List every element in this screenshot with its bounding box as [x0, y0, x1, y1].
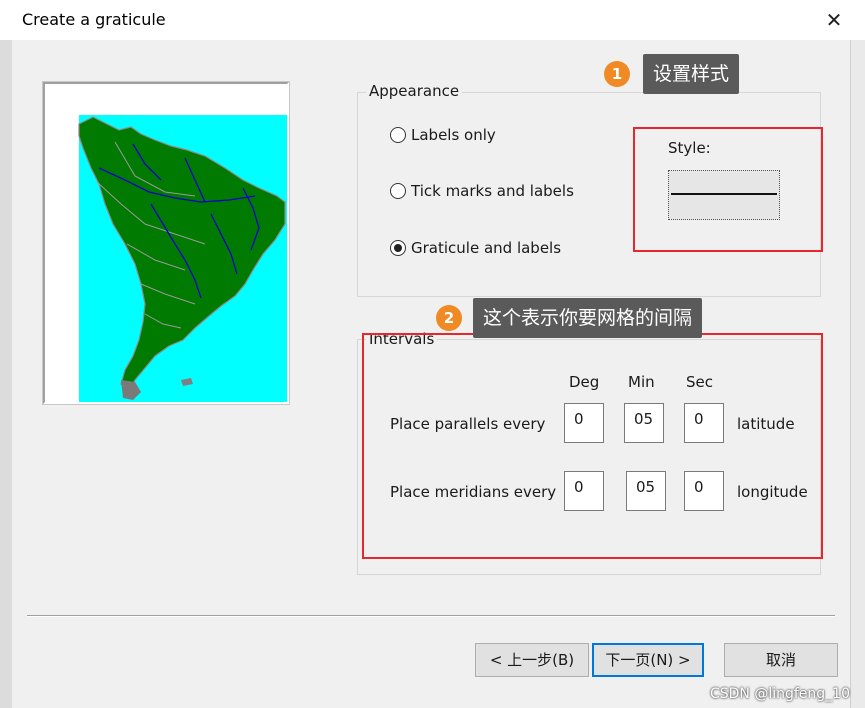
radio-label: Tick marks and labels — [411, 182, 574, 200]
south-america-map — [78, 115, 287, 402]
radio-label: Graticule and labels — [411, 239, 562, 257]
cancel-button[interactable]: 取消 — [724, 643, 838, 677]
annotation-badge-2: 2 — [436, 305, 462, 331]
footer-separator — [27, 615, 835, 617]
close-button[interactable]: ✕ — [822, 6, 846, 34]
intervals-highlight-box — [362, 333, 823, 559]
radio-button[interactable] — [390, 127, 406, 143]
annotation-callout-2: 这个表示你要网格的间隔 — [473, 298, 703, 338]
watermark: CSDN @lingfeng_10 — [709, 686, 850, 702]
annotation-badge-1: 1 — [604, 61, 630, 87]
radio-graticule-and-labels[interactable]: Graticule and labels — [390, 239, 561, 257]
window-title: Create a graticule — [22, 10, 166, 29]
back-button[interactable]: < 上一步(B) — [475, 643, 589, 677]
graticule-preview — [43, 82, 289, 404]
radio-button[interactable] — [390, 183, 406, 199]
background-window-strip-right — [850, 40, 865, 708]
background-window-strip — [0, 40, 12, 708]
style-highlight-box — [633, 127, 823, 252]
annotation-callout-1: 设置样式 — [643, 54, 740, 94]
radio-tick-marks-and-labels[interactable]: Tick marks and labels — [390, 182, 574, 200]
radio-label: Labels only — [411, 126, 496, 144]
radio-button-selected[interactable] — [390, 240, 406, 256]
radio-labels-only[interactable]: Labels only — [390, 126, 496, 144]
next-button[interactable]: 下一页(N) > — [592, 643, 704, 677]
appearance-legend: Appearance — [366, 82, 463, 100]
close-icon: ✕ — [825, 8, 843, 32]
